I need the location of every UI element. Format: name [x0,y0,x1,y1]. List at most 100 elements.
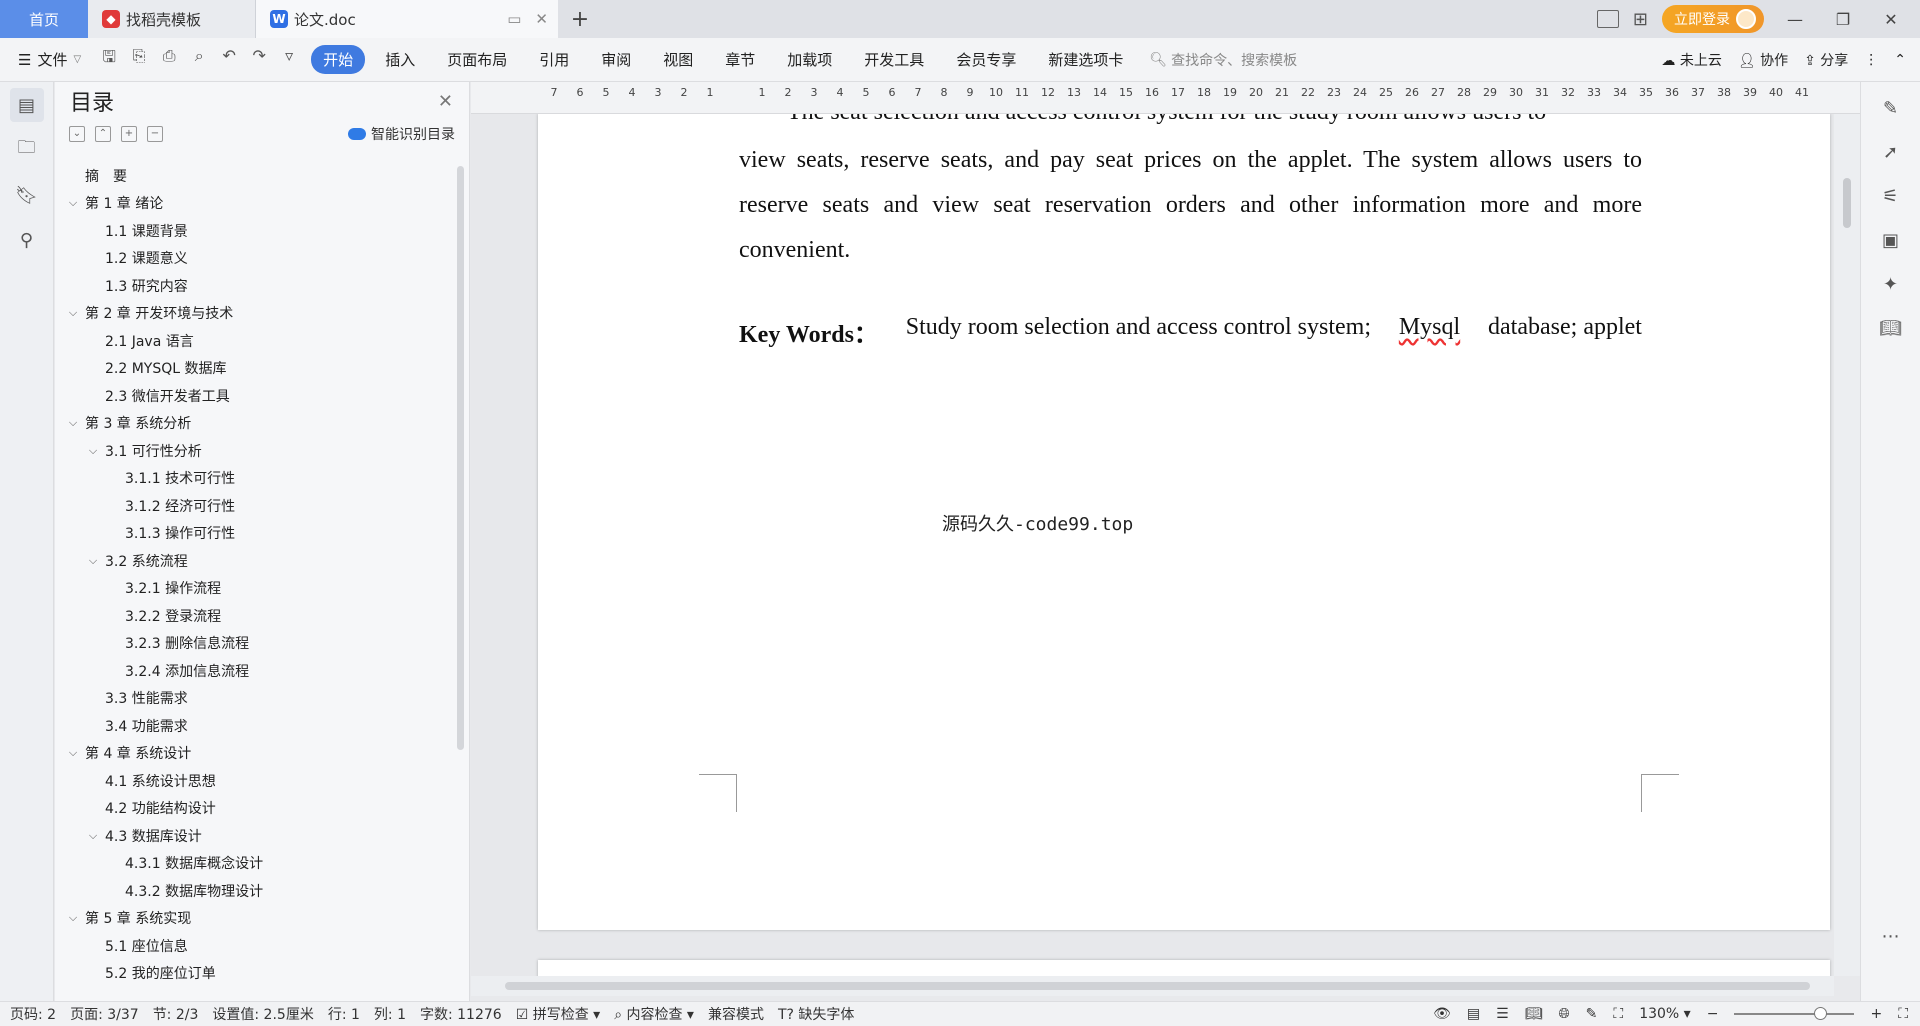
toc-item[interactable]: 3.1.1 技术可行性 [55,465,450,493]
more-options-icon[interactable]: ⋯ [1877,922,1905,950]
zoom-out-icon[interactable]: − [1707,1006,1719,1022]
more-icon[interactable]: ⋮ [1864,52,1878,68]
document-vertical-scrollbar[interactable] [1834,114,1860,976]
horizontal-ruler[interactable]: 7 6 5 4 3 2 1 1 2 3 4 5 6 7 8 9 10 11 12 13 14 15 16 17 18 19 20 21… [471,82,1860,114]
restore-icon[interactable]: ❐ [1826,10,1860,29]
cloud-status[interactable]: ☁ 未上云 [1661,50,1721,70]
toc-item[interactable]: ⌵ 第 2 章 开发环境与技术 [55,300,450,328]
add-heading-icon[interactable]: + [121,126,137,142]
toc-icon[interactable]: ▤ [9,88,44,122]
toc-item[interactable]: 4.3.1 数据库概念设计 [55,850,450,878]
zoom-in-icon[interactable]: + [1870,1006,1882,1022]
write-mode-icon[interactable]: ✎ [1586,1006,1598,1022]
tab-template[interactable]: ◆ 找稻壳模板 [88,0,256,38]
bookmark-icon[interactable]: 🔖︎ [10,178,44,212]
collapse-all-icon[interactable]: ⌄ [69,126,85,142]
apps-grid-icon[interactable]: ⊞ [1633,9,1648,30]
find-icon[interactable]: ⚲ [10,223,44,257]
adjust-icon[interactable]: ⚟ [1877,182,1905,210]
toc-item[interactable]: 1.3 研究内容 [55,272,450,300]
toc-item[interactable]: ⌵ 4.3 数据库设计 [55,822,450,850]
toc-item[interactable]: 3.3 性能需求 [55,685,450,713]
toc-item[interactable]: 2.2 MYSQL 数据库 [55,355,450,383]
vertical-scroll-thumb[interactable] [1843,178,1851,228]
close-tab-icon[interactable]: ✕ [535,10,548,28]
tab-document[interactable]: W 论文.doc ▭ ✕ [256,0,558,38]
toc-item[interactable]: ⌵ 3.2 系统流程 [55,547,450,575]
collapse-ribbon-icon[interactable]: ⌃ [1894,52,1906,68]
save-icon[interactable]: 🖫 [99,46,119,73]
status-word-count[interactable]: 字数: 11276 [420,1004,502,1024]
document-horizontal-scrollbar[interactable] [471,976,1834,996]
edit-pen-icon[interactable]: ✎ [1877,94,1905,122]
status-page[interactable]: 页面: 3/37 [70,1004,139,1024]
print-preview-icon[interactable]: ⌕ [189,46,209,73]
toc-item[interactable]: ⌵ 第 3 章 系统分析 [55,410,450,438]
ribbon-tab-3[interactable]: 引用 [523,49,585,70]
horizontal-scroll-thumb[interactable] [505,982,1810,990]
chevron-down-icon[interactable]: ⌵ [65,196,81,210]
toc-item[interactable]: 3.2.3 删除信息流程 [55,630,450,658]
read-mode-icon[interactable]: 📖︎ [1525,1006,1543,1022]
layout-icon[interactable] [1596,10,1619,28]
next-page[interactable] [538,960,1830,976]
fit-page-icon[interactable]: ⛶ [1613,1006,1623,1022]
chevron-down-icon[interactable]: ⌵ [65,911,81,925]
page-view-icon[interactable]: ▤ [1467,1006,1480,1022]
toc-item[interactable]: ⌵ 3.1 可行性分析 [55,437,450,465]
toc-item[interactable]: 3.2.4 添加信息流程 [55,657,450,685]
remove-heading-icon[interactable]: − [147,126,163,142]
chevron-down-icon[interactable]: ⌵ [85,829,101,843]
print-icon[interactable]: ⎙ [159,46,179,73]
close-icon[interactable]: ✕ [438,91,453,112]
select-cursor-icon[interactable]: ➚ [1877,138,1905,166]
toc-item[interactable]: 5.1 座位信息 [55,932,450,960]
chevron-down-icon[interactable]: ⌵ [85,444,101,458]
toc-item[interactable]: ⌵ 第 5 章 系统实现 [55,905,450,933]
chevron-down-icon[interactable]: ⌵ [85,554,101,568]
folder-icon[interactable]: 🗀 [10,133,44,167]
toc-item[interactable]: 4.3.2 数据库物理设计 [55,877,450,905]
ribbon-tab-10[interactable]: 新建选项卡 [1032,49,1139,70]
toc-scrollbar[interactable] [457,166,464,750]
fullscreen-icon[interactable]: ⛶ [1898,1006,1908,1022]
expand-up-icon[interactable]: ⌃ [95,126,111,142]
toc-item[interactable]: 4.2 功能结构设计 [55,795,450,823]
redo-icon[interactable]: ↷ [249,46,269,73]
chevron-down-icon[interactable]: ⌵ [65,746,81,760]
customize-icon[interactable]: ▿ [279,46,299,73]
toc-item[interactable]: ⌵ 第 4 章 系统设计 [55,740,450,768]
ribbon-tab-8[interactable]: 开发工具 [848,49,940,70]
file-menu-button[interactable]: ☰ 文件 ▽ [0,49,91,70]
toc-item[interactable]: 摘 要 [55,162,450,190]
smart-toc-button[interactable]: 智能识别目录 [348,124,455,144]
login-button[interactable]: 立即登录 [1662,5,1764,33]
eye-protection-icon[interactable]: 👁︎ [1433,1006,1451,1022]
chevron-down-icon[interactable]: ⌵ [65,306,81,320]
toc-item[interactable]: 1.2 课题意义 [55,245,450,273]
close-window-icon[interactable]: ✕ [1874,10,1908,29]
spell-check-button[interactable]: ☑ 拼写检查 ▾ [516,1004,601,1024]
toc-item[interactable]: 2.3 微信开发者工具 [55,382,450,410]
command-search[interactable]: 🔍︎ 查找命令、搜索模板 [1149,50,1297,70]
share-button[interactable]: ⇪ 分享 [1804,50,1848,70]
ribbon-tab-7[interactable]: 加载项 [771,49,848,70]
missing-font-button[interactable]: T? 缺失字体 [778,1004,854,1024]
ribbon-tab-2[interactable]: 页面布局 [431,49,523,70]
zoom-level[interactable]: 130% ▾ [1639,1006,1691,1022]
tab-home[interactable]: 首页 [0,0,88,38]
chevron-down-icon[interactable]: ⌵ [65,416,81,430]
minimize-icon[interactable]: — [1778,10,1812,29]
collab-button[interactable]: 👤︎ 协作 [1738,50,1788,70]
toc-item[interactable]: 3.2.2 登录流程 [55,602,450,630]
outline-view-icon[interactable]: ☰ [1496,1006,1509,1022]
export-pdf-icon[interactable]: ⎘ [129,46,149,73]
toc-item[interactable]: 1.1 课题背景 [55,217,450,245]
ribbon-tab-1[interactable]: 插入 [369,49,431,70]
toc-item[interactable]: 2.1 Java 语言 [55,327,450,355]
document-page[interactable]: The seat selection and access control sy… [538,114,1830,930]
ribbon-tab-5[interactable]: 视图 [647,49,709,70]
ribbon-tab-6[interactable]: 章节 [709,49,771,70]
new-tab-button[interactable]: + [558,0,602,38]
toc-item[interactable]: ⌵ 第 1 章 绪论 [55,190,450,218]
